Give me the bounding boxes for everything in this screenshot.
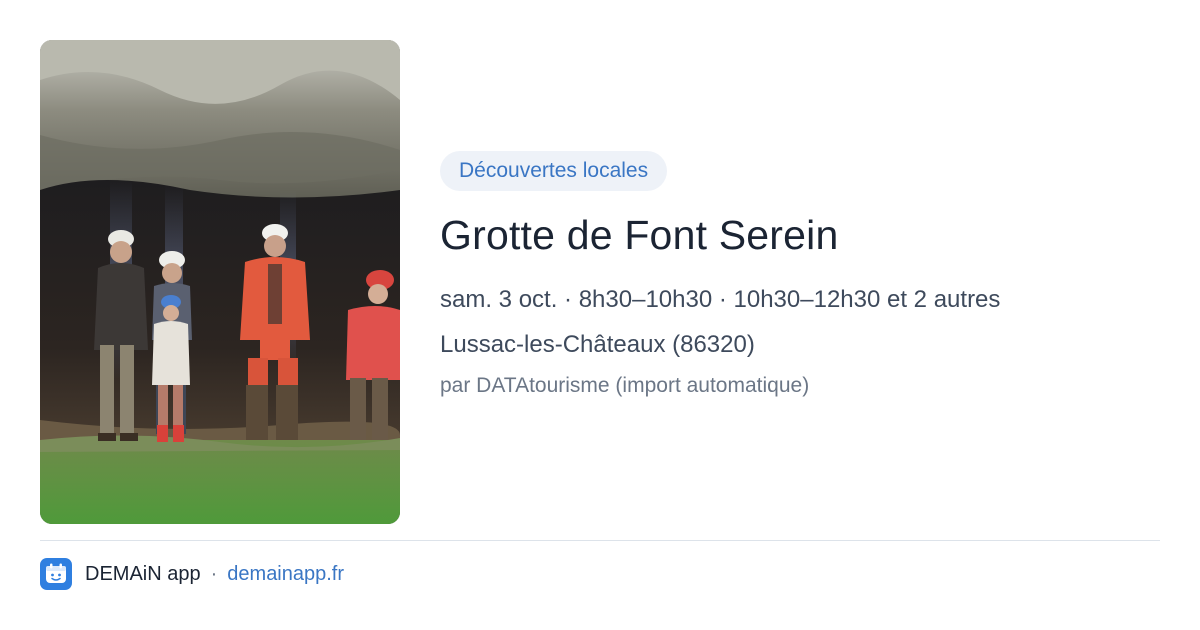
footer-divider: [40, 540, 1160, 541]
share-card: Découvertes locales Grotte de Font Serei…: [0, 0, 1200, 630]
event-location: Lussac-les-Châteaux (86320): [440, 331, 755, 358]
event-schedule: sam. 3 oct. · 8h30–10h30 · 10h30–12h30 e…: [440, 286, 1001, 313]
category-badge[interactable]: Découvertes locales: [440, 151, 668, 191]
app-name: DEMAiN app: [85, 562, 201, 585]
app-logo-icon: [40, 558, 72, 590]
event-photo: [40, 40, 400, 524]
event-title: Grotte de Font Serein: [440, 212, 839, 258]
event-info: Découvertes locales Grotte de Font Serei…: [440, 151, 1160, 400]
app-website-link[interactable]: demainapp.fr: [227, 563, 344, 586]
footer: DEMAiN app · demainapp.fr: [40, 558, 344, 590]
cave-photo-illustration: [40, 40, 400, 524]
footer-separator: ·: [210, 562, 218, 585]
event-source: par DATAtourisme (import automatique): [440, 374, 810, 397]
